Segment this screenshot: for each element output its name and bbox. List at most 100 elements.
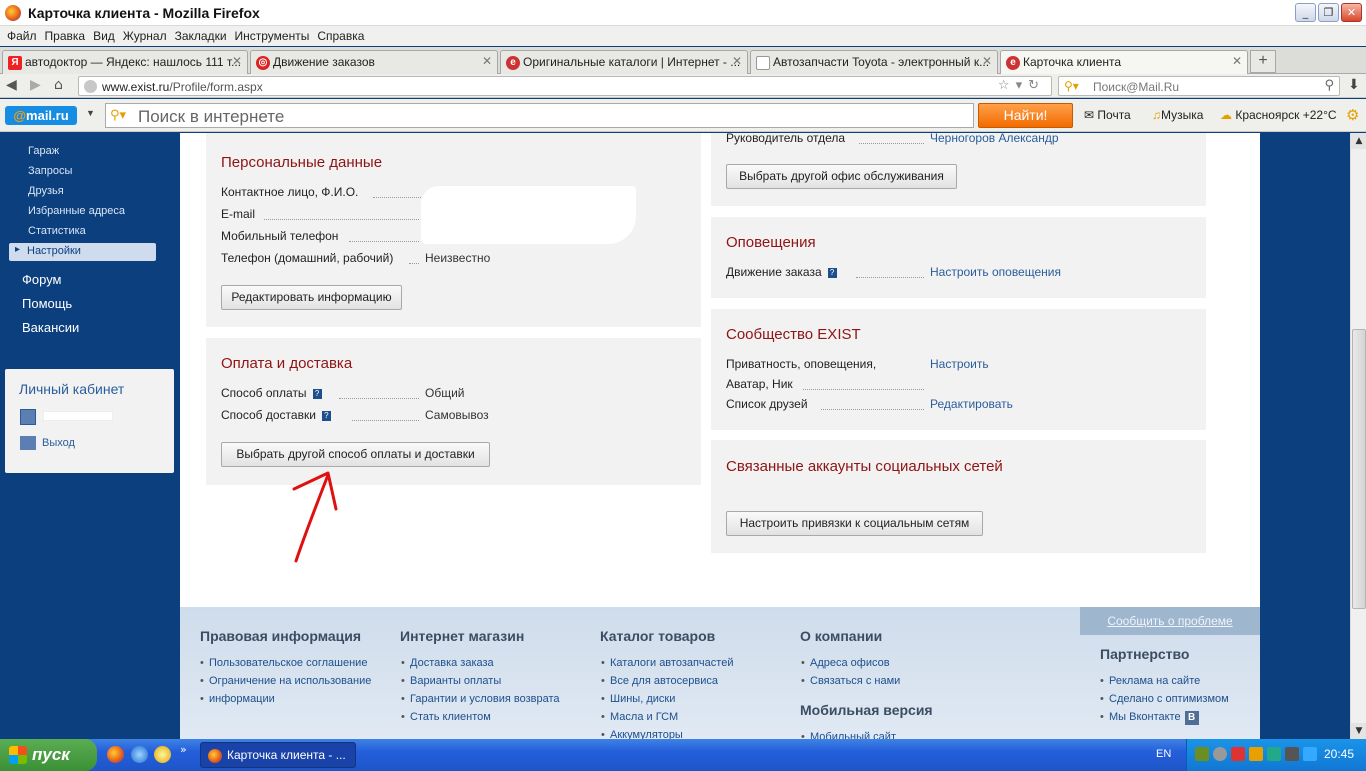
tab-catalogs[interactable]: e Оригинальные каталоги | Интернет - ...…: [500, 50, 748, 74]
tray-app-icon[interactable]: [1195, 747, 1209, 761]
tab-label: Движение заказов: [273, 55, 375, 69]
menu-view[interactable]: Вид: [92, 26, 122, 46]
sidebar-item-settings[interactable]: Настройки: [9, 243, 156, 261]
exit-link[interactable]: Выход: [42, 437, 75, 449]
manager-link[interactable]: Черногоров Александр: [930, 133, 1059, 145]
sidebar-item-favorite-addresses[interactable]: Избранные адреса: [28, 205, 125, 217]
footer-link[interactable]: Ограничение на использование: [200, 675, 371, 687]
footer-link[interactable]: Все для автосервиса: [601, 675, 718, 687]
help-icon[interactable]: ?: [827, 268, 837, 278]
footer-link[interactable]: Адреса офисов: [801, 657, 890, 669]
back-icon[interactable]: ◀: [6, 77, 17, 93]
configure-notifications-link[interactable]: Настроить оповещения: [930, 265, 1061, 279]
scroll-thumb[interactable]: [1352, 329, 1366, 609]
site-identity-icon[interactable]: [84, 80, 97, 93]
close-tab-icon[interactable]: ✕: [1232, 54, 1242, 68]
tab-client-card[interactable]: e Карточка клиента ✕: [1000, 50, 1248, 74]
home-icon[interactable]: ⌂: [54, 77, 63, 93]
search-engine-icon[interactable]: ⚲▾: [1064, 79, 1079, 93]
sidebar-link-forum[interactable]: Форум: [22, 272, 62, 287]
help-icon[interactable]: ?: [312, 389, 322, 399]
close-tab-icon[interactable]: ✕: [232, 54, 242, 68]
scroll-down-icon[interactable]: ▼: [1351, 723, 1366, 739]
tray-app-icon[interactable]: [1249, 747, 1263, 761]
music-link[interactable]: ♫Музыка: [1152, 108, 1203, 122]
ie-quicklaunch-icon[interactable]: [131, 746, 148, 763]
footer-link[interactable]: Масла и ГСМ: [601, 711, 678, 723]
change-office-button[interactable]: Выбрать другой офис обслуживания: [726, 164, 957, 189]
report-problem-link[interactable]: Сообщить о проблеме: [1080, 607, 1260, 635]
tray-app-icon[interactable]: [1285, 747, 1299, 761]
gear-icon[interactable]: ⚙: [1346, 106, 1359, 124]
weather-link[interactable]: ☁ Красноярск +22°C: [1220, 108, 1337, 122]
footer-link[interactable]: Связаться с нами: [801, 675, 900, 687]
change-payment-delivery-button[interactable]: Выбрать другой способ оплаты и доставки: [221, 442, 490, 467]
edit-friends-link[interactable]: Редактировать: [930, 397, 1013, 411]
mailru-logo[interactable]: @mail.ru: [5, 106, 77, 125]
menu-file[interactable]: Файл: [6, 26, 44, 46]
menu-tools[interactable]: Инструменты: [234, 26, 317, 46]
sidebar-link-help[interactable]: Помощь: [22, 296, 72, 311]
close-tab-icon[interactable]: ✕: [482, 54, 492, 68]
footer-link-continuation[interactable]: информации: [200, 693, 275, 705]
web-page: Гараж Запросы Друзья Избранные адреса Ст…: [0, 133, 1350, 739]
new-tab-button[interactable]: +: [1250, 50, 1276, 73]
footer-link[interactable]: Стать клиентом: [401, 711, 491, 723]
footer-link-vk[interactable]: Мы ВконтактеВ: [1100, 711, 1199, 725]
download-icon[interactable]: ⬇: [1348, 77, 1360, 93]
media-player-quicklaunch-icon[interactable]: [154, 746, 171, 763]
footer-link[interactable]: Реклама на сайте: [1100, 675, 1200, 687]
footer-link[interactable]: Гарантии и условия возврата: [401, 693, 559, 705]
firefox-quicklaunch-icon[interactable]: [107, 746, 124, 763]
start-button[interactable]: пуск: [0, 739, 97, 771]
edit-info-button[interactable]: Редактировать информацию: [221, 285, 402, 310]
footer-link[interactable]: Пользовательское соглашение: [200, 657, 367, 669]
menu-history[interactable]: Журнал: [122, 26, 174, 46]
mailru-search-input[interactable]: ⚲▾ Поиск в интернете: [105, 103, 974, 128]
search-bar[interactable]: ⚲▾ Поиск@Mail.Ru ⚲: [1058, 76, 1340, 96]
help-icon[interactable]: ?: [321, 411, 331, 421]
sidebar-item-statistics[interactable]: Статистика: [28, 225, 86, 237]
sidebar-item-garage[interactable]: Гараж: [28, 145, 59, 157]
configure-social-button[interactable]: Настроить привязки к социальным сетям: [726, 511, 983, 536]
restore-button[interactable]: ❐: [1318, 3, 1339, 22]
menu-edit[interactable]: Правка: [44, 26, 93, 46]
user-name[interactable]: [43, 411, 113, 421]
chevron-right-icon[interactable]: »: [180, 743, 187, 756]
footer-link[interactable]: Мобильный сайт: [801, 731, 896, 739]
minimize-button[interactable]: _: [1295, 3, 1316, 22]
footer-link[interactable]: Варианты оплаты: [401, 675, 501, 687]
footer-link[interactable]: Аккумуляторы: [601, 729, 683, 739]
close-window-button[interactable]: ✕: [1341, 3, 1362, 22]
configure-privacy-link[interactable]: Настроить: [930, 357, 989, 371]
footer-link[interactable]: Шины, диски: [601, 693, 675, 705]
menu-help[interactable]: Справка: [316, 26, 371, 46]
find-button[interactable]: Найти!: [978, 103, 1073, 128]
footer-link[interactable]: Каталоги автозапчастей: [601, 657, 734, 669]
tab-yandex[interactable]: Я автодоктор — Яндекс: нашлось 111 т... …: [2, 50, 248, 74]
bookmark-star-icon[interactable]: ☆▾↻: [998, 78, 1045, 93]
mail-link[interactable]: ✉ Почта: [1084, 108, 1131, 122]
vertical-scrollbar[interactable]: ▲ ▼: [1350, 133, 1366, 739]
sidebar-item-friends[interactable]: Друзья: [28, 185, 64, 197]
language-indicator[interactable]: EN: [1156, 748, 1171, 760]
chevron-down-icon[interactable]: ▼: [86, 108, 95, 118]
footer-link[interactable]: Сделано с оптимизмом: [1100, 693, 1229, 705]
sidebar-item-requests[interactable]: Запросы: [28, 165, 72, 177]
forward-icon[interactable]: ▶: [30, 77, 41, 93]
volume-icon[interactable]: [1231, 747, 1245, 761]
menu-bookmarks[interactable]: Закладки: [174, 26, 234, 46]
scroll-up-icon[interactable]: ▲: [1351, 133, 1366, 149]
address-bar[interactable]: www.exist.ru/Profile/form.aspx ☆▾↻: [78, 76, 1052, 96]
footer-link[interactable]: Доставка заказа: [401, 657, 494, 669]
tray-app-icon[interactable]: [1213, 747, 1227, 761]
taskbar-task-firefox[interactable]: Карточка клиента - ...: [200, 742, 356, 768]
close-tab-icon[interactable]: ✕: [732, 54, 742, 68]
sidebar-link-jobs[interactable]: Вакансии: [22, 320, 79, 335]
tray-app-icon[interactable]: [1303, 747, 1317, 761]
tab-toyota[interactable]: Автозапчасти Toyota - электронный к... ✕: [750, 50, 998, 74]
tab-orders[interactable]: ◎ Движение заказов ✕: [250, 50, 498, 74]
close-tab-icon[interactable]: ✕: [982, 54, 992, 68]
network-icon[interactable]: [1267, 747, 1281, 761]
search-go-icon[interactable]: ⚲: [1324, 78, 1334, 93]
